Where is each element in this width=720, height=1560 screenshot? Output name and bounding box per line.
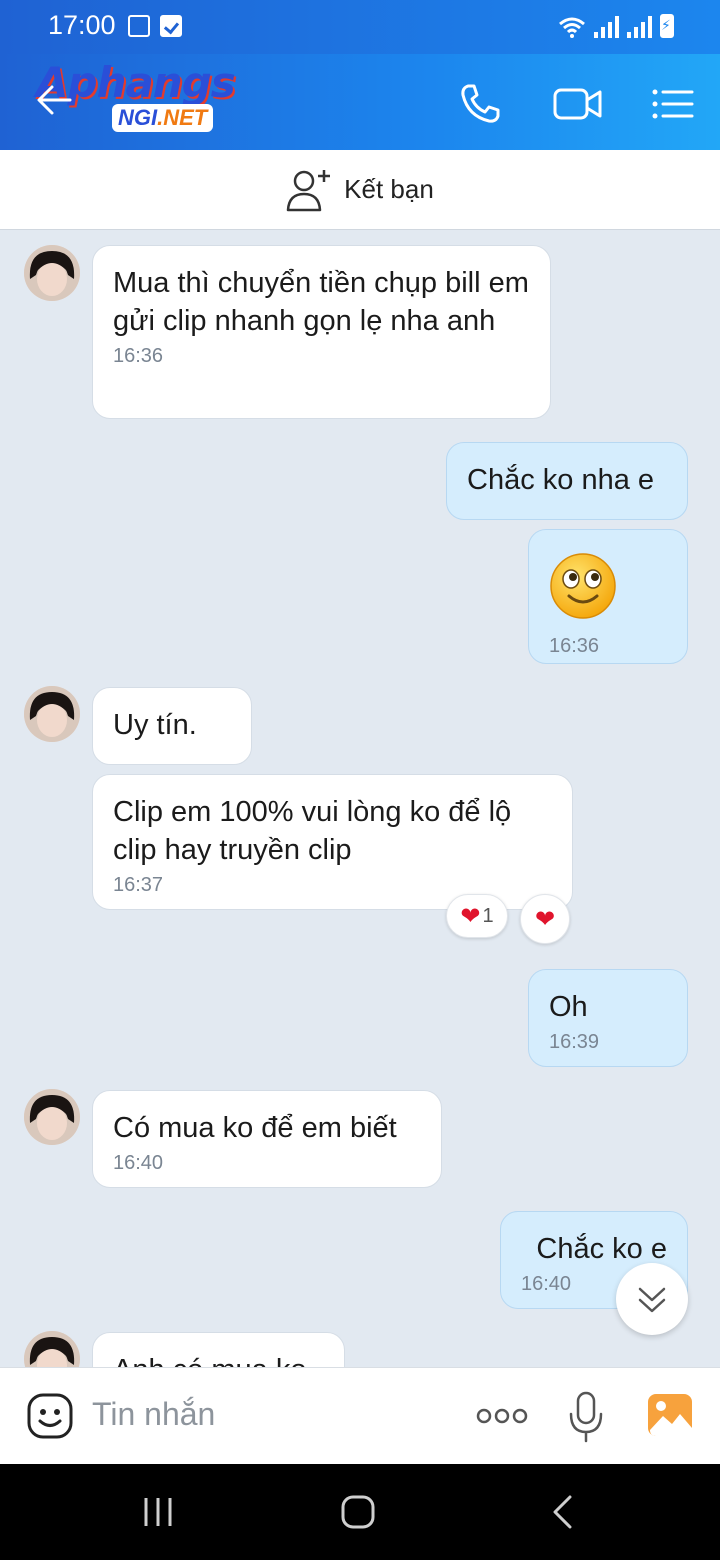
home-icon[interactable] [340,1494,376,1530]
status-time: 17:00 [48,10,116,40]
message-text: Clip em 100% vui lòng ko để lộ clip hay … [113,796,512,866]
video-call-icon[interactable] [552,80,604,128]
message-list[interactable]: Mua thì chuyển tiền chụp bill em gửi cli… [0,231,720,1367]
gallery-notification-icon [128,15,150,37]
recent-apps-icon[interactable] [142,1496,174,1528]
message-bubble[interactable]: Chắc ko nha e [446,442,688,520]
avatar[interactable] [24,686,80,742]
chat-header: Aphangs NGI.NET [0,54,720,150]
message-time: 16:39 [549,1031,600,1053]
logo-tag: NGI.NET [112,104,214,132]
message-bubble[interactable]: Mua thì chuyển tiền chụp bill em gửi cli… [92,245,551,419]
message-text: Chắc ko nha e [467,464,655,496]
signal-icon [594,16,619,38]
signal-icon-2 [627,16,652,38]
microphone-icon[interactable] [566,1390,606,1444]
more-options-icon[interactable] [474,1404,530,1428]
sticker-emoji-button-icon[interactable] [26,1392,74,1440]
message-input[interactable]: Tin nhắn [92,1396,215,1433]
menu-list-icon[interactable] [648,80,696,128]
phone-icon[interactable] [456,80,504,128]
message-bubble[interactable]: Oh 16:39 [528,969,688,1067]
message-time: 16:36 [549,635,600,657]
react-heart-button[interactable]: ❤ [520,894,570,944]
back-arrow-icon[interactable] [34,80,74,120]
image-gallery-icon[interactable] [646,1392,694,1438]
message-text: Có mua ko để em biết [113,1112,397,1144]
double-chevron-down-icon [638,1287,666,1313]
heart-icon: ❤ [460,902,481,930]
message-time: 16:36 [113,345,164,367]
wifi-icon [559,17,585,38]
message-bubble[interactable]: Có mua ko để em biết 16:40 [92,1090,442,1188]
avatar[interactable] [24,1331,80,1367]
message-bubble[interactable]: Anh có mua ko [92,1332,345,1367]
system-navigation-bar [0,1464,720,1560]
sticker-bubble[interactable]: 16:36 [528,529,688,664]
message-time: 16:40 [113,1152,164,1174]
message-bubble[interactable]: Uy tín. [92,687,252,765]
status-bar: 17:00 [0,0,720,54]
add-friend-icon [286,169,331,211]
message-text: Anh có mua ko [113,1351,324,1367]
checkbox-notification-icon [160,15,182,37]
back-nav-icon[interactable] [550,1494,574,1530]
add-friend-bar[interactable]: Kết bạn [0,150,720,230]
reaction-count: 1 [482,904,494,927]
smile-emoji-icon [550,553,616,619]
heart-icon: ❤ [534,905,556,933]
message-text: Mua thì chuyển tiền chụp bill em gửi cli… [113,267,529,337]
avatar[interactable] [24,245,80,301]
battery-charging-icon [660,14,674,38]
message-input-bar: Tin nhắn [0,1367,720,1464]
scroll-to-bottom-button[interactable] [616,1263,688,1335]
add-friend-label: Kết bạn [344,174,434,204]
message-bubble[interactable]: Clip em 100% vui lòng ko để lộ clip hay … [92,774,573,910]
message-text: Oh [549,991,588,1023]
message-text: Uy tín. [113,709,197,741]
avatar[interactable] [24,1089,80,1145]
reaction-summary[interactable]: ❤ 1 [446,894,508,938]
